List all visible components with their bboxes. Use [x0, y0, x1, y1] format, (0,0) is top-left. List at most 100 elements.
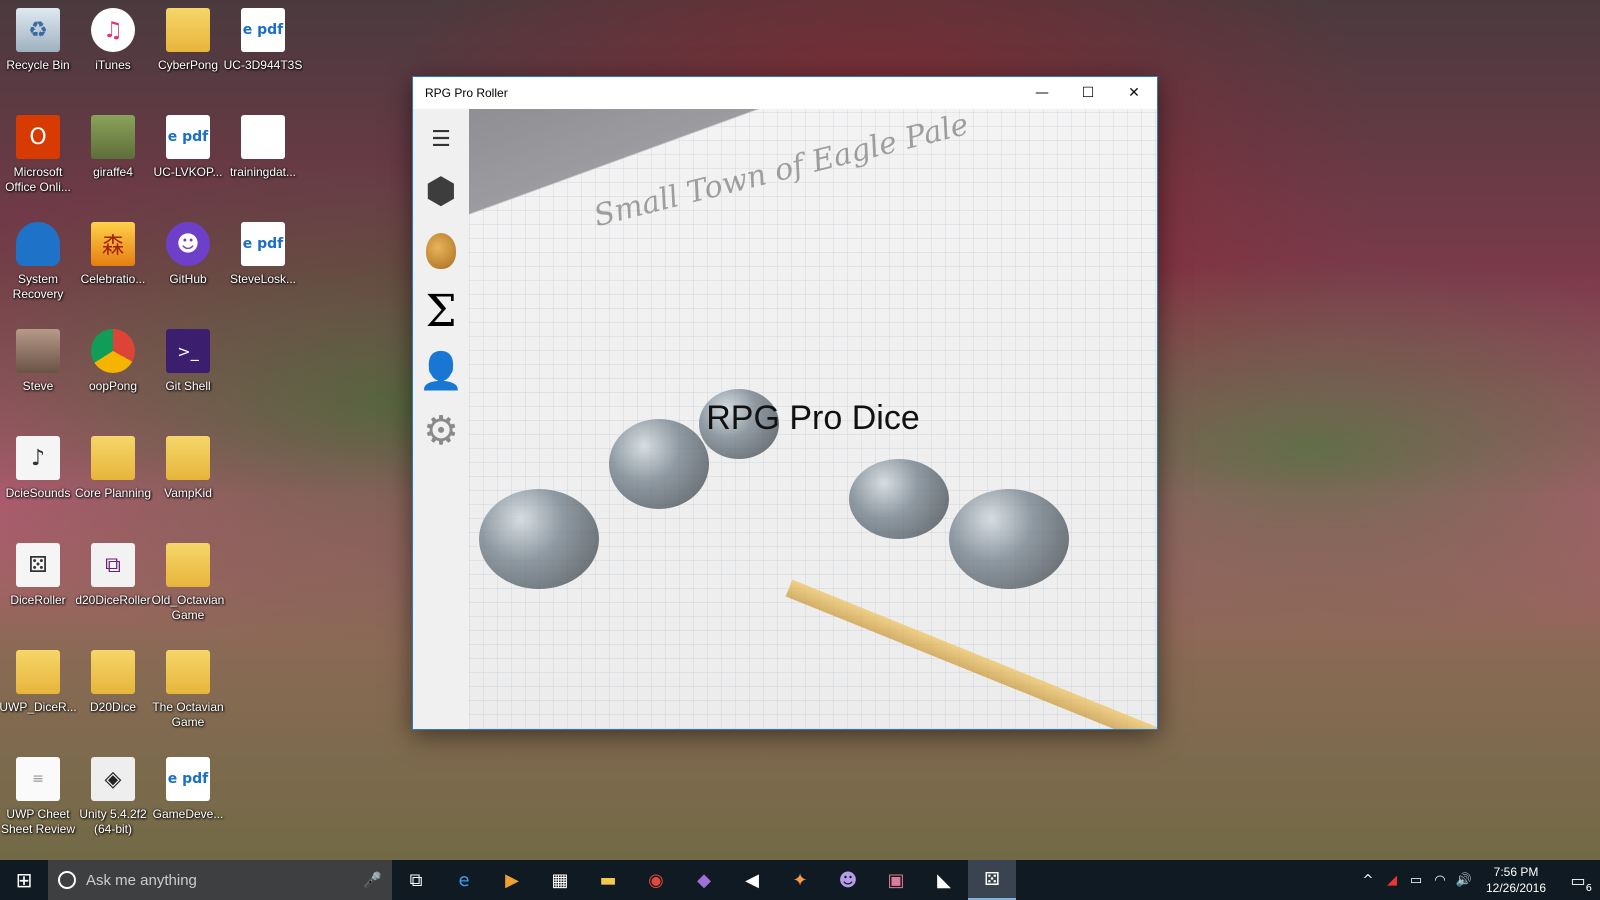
document-icon: ≡	[16, 757, 60, 801]
main-content: Small Town of Eagle Pale RPG Pro Dice	[469, 109, 1157, 729]
folder-icon	[91, 436, 135, 480]
minimize-button[interactable]: —	[1019, 77, 1065, 109]
file-explorer-icon[interactable]: ▬	[584, 860, 632, 900]
user-photo-icon	[16, 329, 60, 373]
windows-start-icon[interactable]: ⊞	[0, 860, 48, 900]
task-view-icon[interactable]: ⧉	[392, 860, 440, 900]
show-hidden-icons-icon[interactable]: ^	[1356, 873, 1380, 888]
action-center-icon[interactable]: ▭ 6	[1556, 860, 1600, 900]
clock-date: 12/26/2016	[1485, 881, 1547, 895]
desktop-icon-system-recovery[interactable]: System Recovery	[0, 214, 76, 318]
github-icon: ☻	[166, 222, 210, 266]
edge-icon[interactable]: e	[440, 860, 488, 900]
game-app-icon[interactable]: ◣	[920, 860, 968, 900]
dice-icon: ⚄	[16, 543, 60, 587]
taskbar: ⊞ Ask me anything 🎤 ⧉ e ▶ ▦ ▬ ◉ ◆ ◀ ✦ ☻ …	[0, 860, 1600, 900]
desktop-icon-d20diceroller[interactable]: ⧉ d20DiceRoller	[75, 535, 151, 639]
image-icon	[91, 115, 135, 159]
folder-icon	[91, 650, 135, 694]
desktop-icon-ooppong[interactable]: oopPong	[75, 321, 151, 425]
desktop-icon-the-octavian-game[interactable]: The Octavian Game	[150, 642, 226, 746]
desktop-icon-uc-lvkop[interactable]: e pdf UC-LVKOP...	[150, 107, 226, 211]
desktop-icon-uwp-cheet-sheet[interactable]: ≡ UWP Cheet Sheet Review	[0, 749, 76, 853]
visual-studio-icon[interactable]: ◆	[680, 860, 728, 900]
hamburger-menu-icon[interactable]: ☰	[417, 117, 465, 161]
celebration-icon: 森	[91, 222, 135, 266]
shield-icon	[16, 222, 60, 266]
unity-icon[interactable]: ◀	[728, 860, 776, 900]
background-die	[479, 489, 599, 589]
visual-studio-icon: ⧉	[91, 543, 135, 587]
desktop-icon-celebration[interactable]: 森 Celebratio...	[75, 214, 151, 318]
folder-icon	[166, 436, 210, 480]
wifi-icon[interactable]: ◠	[1428, 873, 1452, 888]
desktop-icon-steve[interactable]: Steve	[0, 321, 76, 425]
chrome-icon	[91, 329, 135, 373]
app-window: RPG Pro Roller — ☐ ✕ ☰ ⬢ Σ 👤 ⚙ Small Tow…	[412, 76, 1158, 730]
office-icon: O	[16, 115, 60, 159]
pdf-icon: e pdf	[241, 8, 285, 52]
desktop-icon-dciesounds[interactable]: ♪ DcieSounds	[0, 428, 76, 532]
gear-icon[interactable]: ⚙	[417, 401, 465, 461]
title-bar[interactable]: RPG Pro Roller — ☐ ✕	[413, 77, 1157, 109]
desktop-icon-d20dice[interactable]: D20Dice	[75, 642, 151, 746]
background-pencil	[785, 579, 1157, 729]
folder-icon	[166, 543, 210, 587]
battery-icon[interactable]: ▭	[1404, 873, 1428, 888]
antivirus-icon[interactable]: ◢	[1380, 873, 1404, 888]
store-icon[interactable]: ▦	[536, 860, 584, 900]
clock[interactable]: 7:56 PM 12/26/2016	[1476, 864, 1556, 896]
audio-file-icon: ♪	[16, 436, 60, 480]
clock-time: 7:56 PM	[1493, 865, 1539, 879]
desktop-icon-core-planning[interactable]: Core Planning	[75, 428, 151, 532]
desktop-icon-recycle-bin[interactable]: ♻ Recycle Bin	[0, 0, 76, 104]
background-die	[949, 489, 1069, 589]
rpg-pro-roller-taskbar-icon[interactable]: ⚄	[968, 860, 1016, 900]
desktop-icon-vampkid[interactable]: VampKid	[150, 428, 226, 532]
desktop-icon-stevelosk[interactable]: e pdf SteveLosk...	[225, 214, 301, 318]
folder-icon	[16, 650, 60, 694]
nav-pane: ☰ ⬢ Σ 👤 ⚙	[413, 109, 469, 729]
loot-bag-button[interactable]	[417, 221, 465, 281]
media-player-icon[interactable]: ▶	[488, 860, 536, 900]
sigma-icon[interactable]: Σ	[417, 281, 465, 341]
user-icon[interactable]: 👤	[417, 341, 465, 401]
terminal-icon: >_	[166, 329, 210, 373]
pdf-icon: e pdf	[241, 222, 285, 266]
desktop-icon-unity[interactable]: ◈ Unity 5.4.2f2 (64-bit)	[75, 749, 151, 853]
desktop-icon-uc-3d944t3s[interactable]: e pdf UC-3D944T3S	[224, 0, 302, 104]
maximize-button[interactable]: ☐	[1065, 77, 1111, 109]
desktop-icons: ♻ Recycle Bin ♫ iTunes CyberPong e pdf UC-3…	[0, 0, 302, 853]
git-icon[interactable]: ✦	[776, 860, 824, 900]
microphone-icon[interactable]: 🎤	[363, 871, 382, 889]
desktop-icon-uwp-dicer[interactable]: UWP_DiceR...	[0, 642, 77, 746]
unity-icon: ◈	[91, 757, 135, 801]
recycle-bin-icon: ♻	[16, 8, 60, 52]
d20-dice-icon[interactable]: ⬢	[417, 161, 465, 221]
desktop-icon-gamedeve[interactable]: e pdf GameDeve...	[150, 749, 226, 853]
desktop-icon-trainingdat[interactable]: trainingdat...	[225, 107, 301, 211]
pdf-icon: e pdf	[166, 115, 210, 159]
paint-icon[interactable]: ▣	[872, 860, 920, 900]
background-sketch-text: Small Town of Eagle Pale	[590, 109, 973, 234]
desktop-icon-cyberpong[interactable]: CyberPong	[150, 0, 226, 104]
search-input[interactable]: Ask me anything 🎤	[48, 860, 392, 900]
pdf-icon: e pdf	[166, 757, 210, 801]
search-placeholder: Ask me anything	[86, 871, 197, 889]
background-die	[849, 459, 949, 539]
desktop-icon-github[interactable]: ☻ GitHub	[150, 214, 226, 318]
desktop-icon-office[interactable]: O Microsoft Office Onli...	[0, 107, 76, 211]
desktop-icon-giraffe4[interactable]: giraffe4	[75, 107, 151, 211]
window-title: RPG Pro Roller	[425, 86, 508, 100]
desktop-icon-old-octavian-game[interactable]: Old_Octavian Game	[150, 535, 226, 639]
desktop-icon-diceroller[interactable]: ⚄ DiceRoller	[0, 535, 76, 639]
chrome-icon[interactable]: ◉	[632, 860, 680, 900]
folder-icon	[166, 650, 210, 694]
close-button[interactable]: ✕	[1111, 77, 1157, 109]
itunes-icon: ♫	[91, 8, 135, 52]
github-icon[interactable]: ☻	[824, 860, 872, 900]
app-body: ☰ ⬢ Σ 👤 ⚙ Small Town of Eagle Pale RPG P…	[413, 109, 1157, 729]
desktop-icon-itunes[interactable]: ♫ iTunes	[75, 0, 151, 104]
desktop-icon-git-shell[interactable]: >_ Git Shell	[150, 321, 226, 425]
volume-icon[interactable]: 🔊	[1452, 873, 1476, 888]
